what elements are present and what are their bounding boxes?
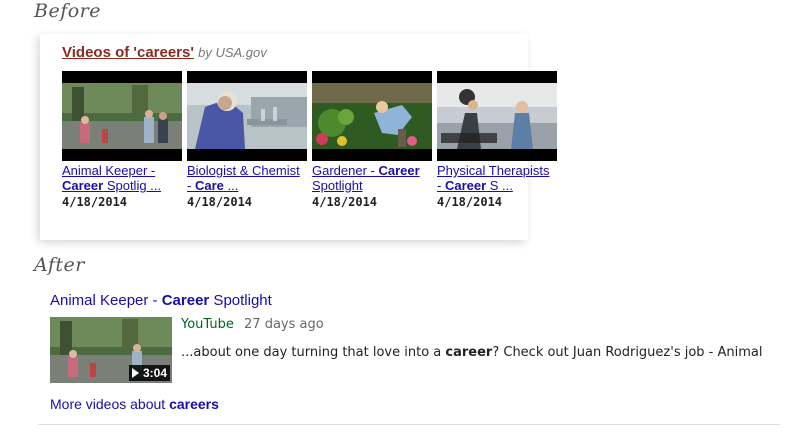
after-video-title-link[interactable]: Animal Keeper - Career Spotlight <box>50 292 272 309</box>
play-icon <box>131 368 139 378</box>
video-meta: YouTube 27 days ago <box>181 317 324 332</box>
video-card-gardener: Gardener - Career Spotlight 4/18/2014 <box>312 71 432 209</box>
video-thumbnail-gardener[interactable] <box>312 71 432 161</box>
video-date: 4/18/2014 <box>187 195 253 209</box>
before-label: Before <box>34 0 102 22</box>
after-video-thumbnail[interactable]: 3:04 <box>50 317 172 383</box>
video-duration-badge: 3:04 <box>128 365 170 381</box>
after-label: After <box>34 254 85 276</box>
video-age: 27 days ago <box>244 317 324 332</box>
video-date: 4/18/2014 <box>437 195 503 209</box>
video-title-link[interactable]: Animal Keeper - Career Spotlig ... <box>62 163 182 193</box>
before-header: Videos of 'careers' by USA.gov <box>62 44 267 61</box>
video-card-animal-keeper: Animal Keeper - Career Spotlig ... 4/18/… <box>62 71 182 209</box>
video-thumbnail-physical-therapists[interactable] <box>437 71 557 161</box>
video-card-physical-therapists: Physical Therapists - Career S ... 4/18/… <box>437 71 557 209</box>
video-thumbnail-animal-keeper[interactable] <box>62 71 182 161</box>
video-date: 4/18/2014 <box>312 195 378 209</box>
source-attribution: by USA.gov <box>198 45 267 60</box>
video-date: 4/18/2014 <box>62 195 128 209</box>
video-source: YouTube <box>181 317 234 332</box>
divider <box>38 424 780 425</box>
video-title-link[interactable]: Gardener - Career Spotlight <box>312 163 432 193</box>
video-thumbnail-biologist[interactable] <box>187 71 307 161</box>
videos-header-link[interactable]: Videos of 'careers' <box>62 44 194 61</box>
video-snippet: ...about one day turning that love into … <box>181 345 763 360</box>
video-card-biologist: Biologist & Chemist - Care ... 4/18/2014 <box>187 71 307 209</box>
video-title-link[interactable]: Physical Therapists - Career S ... <box>437 163 557 193</box>
video-title-link[interactable]: Biologist & Chemist - Care ... <box>187 163 307 193</box>
more-videos-link[interactable]: More videos about careers <box>50 396 219 412</box>
